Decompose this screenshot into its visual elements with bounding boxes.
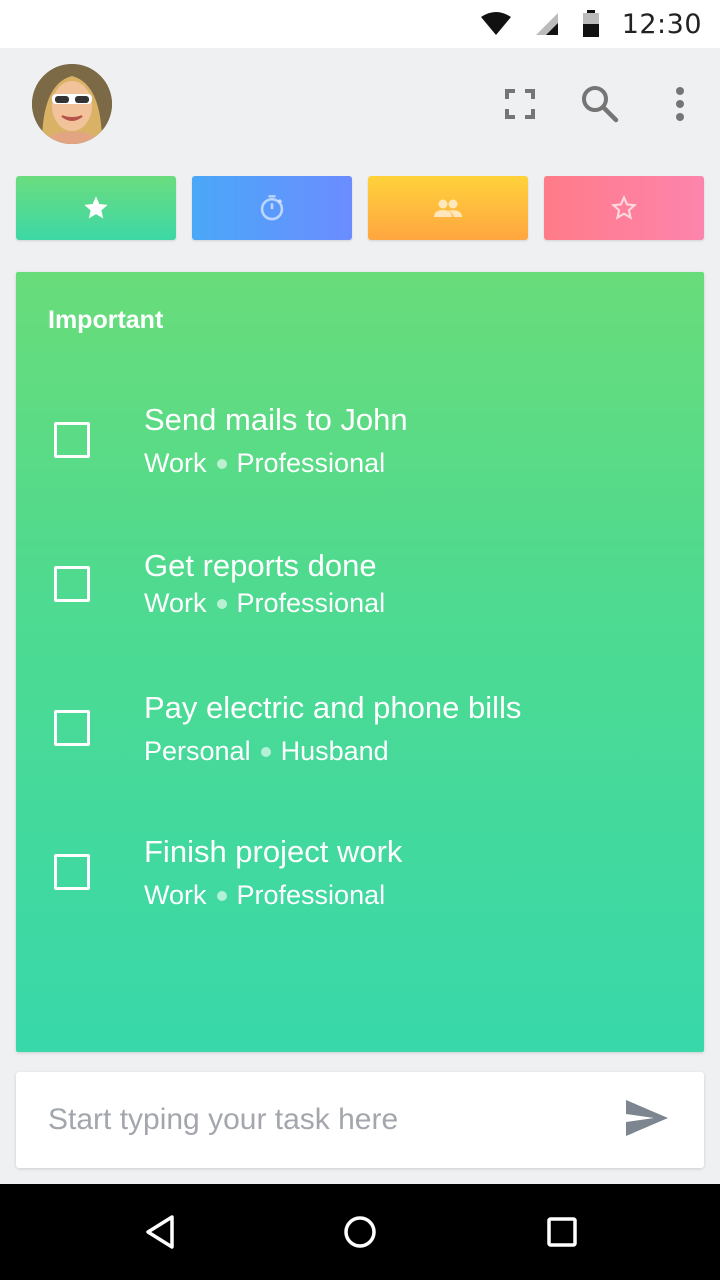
task-tag: Professional bbox=[236, 448, 386, 478]
tab-favorites[interactable] bbox=[544, 176, 704, 240]
recents-icon[interactable] bbox=[538, 1208, 586, 1256]
separator-dot bbox=[216, 458, 227, 469]
task-checkbox[interactable] bbox=[54, 710, 90, 746]
task-checkbox[interactable] bbox=[54, 854, 90, 890]
search-icon[interactable] bbox=[580, 84, 620, 124]
task-input[interactable] bbox=[48, 1096, 608, 1144]
task-title: Finish project work bbox=[144, 834, 403, 869]
task-checkbox[interactable] bbox=[54, 422, 90, 458]
tab-important[interactable] bbox=[16, 176, 176, 240]
task-list-card: Important Send mails to John Work Profes… bbox=[16, 272, 704, 1052]
battery-icon bbox=[582, 10, 599, 37]
tab-people[interactable] bbox=[368, 176, 528, 240]
task-meta: Personal Husband bbox=[144, 736, 389, 767]
wifi-icon bbox=[480, 12, 511, 35]
status-bar: 12:30 bbox=[0, 0, 720, 48]
people-icon bbox=[434, 199, 462, 217]
task-tag: Husband bbox=[280, 736, 389, 766]
tab-timer[interactable] bbox=[192, 176, 352, 240]
avatar-image bbox=[32, 64, 112, 144]
task-title: Get reports done bbox=[144, 548, 377, 583]
more-vert-icon[interactable] bbox=[660, 84, 700, 124]
star-filled-icon bbox=[84, 196, 108, 219]
category-tabs bbox=[16, 176, 704, 240]
task-category: Work bbox=[144, 880, 207, 910]
system-nav-bar bbox=[0, 1184, 720, 1280]
task-item[interactable]: Send mails to John Work Professional bbox=[16, 402, 704, 512]
back-icon[interactable] bbox=[136, 1208, 184, 1256]
task-input-bar bbox=[16, 1072, 704, 1168]
task-category: Work bbox=[144, 448, 207, 478]
task-tag: Professional bbox=[236, 588, 386, 618]
user-avatar[interactable] bbox=[32, 64, 112, 144]
task-meta: Work Professional bbox=[144, 588, 385, 619]
task-item[interactable]: Get reports done Work Professional bbox=[16, 548, 704, 658]
home-icon[interactable] bbox=[336, 1208, 384, 1256]
status-time: 12:30 bbox=[621, 8, 702, 40]
send-icon[interactable] bbox=[624, 1098, 672, 1142]
task-meta: Work Professional bbox=[144, 880, 385, 911]
timer-icon bbox=[260, 195, 284, 221]
separator-dot bbox=[216, 890, 227, 901]
signal-icon bbox=[535, 13, 558, 35]
task-item[interactable]: Pay electric and phone bills Personal Hu… bbox=[16, 690, 704, 800]
expand-icon[interactable] bbox=[500, 84, 540, 124]
card-title: Important bbox=[48, 306, 164, 334]
task-meta: Work Professional bbox=[144, 448, 385, 479]
task-category: Work bbox=[144, 588, 207, 618]
task-tag: Professional bbox=[236, 880, 386, 910]
app-header bbox=[0, 48, 720, 160]
task-category: Personal bbox=[144, 736, 251, 766]
separator-dot bbox=[216, 598, 227, 609]
star-outline-icon bbox=[611, 194, 637, 220]
task-checkbox[interactable] bbox=[54, 566, 90, 602]
separator-dot bbox=[260, 746, 271, 757]
task-item[interactable]: Finish project work Work Professional bbox=[16, 834, 704, 944]
task-title: Pay electric and phone bills bbox=[144, 690, 522, 725]
task-title: Send mails to John bbox=[144, 402, 408, 437]
